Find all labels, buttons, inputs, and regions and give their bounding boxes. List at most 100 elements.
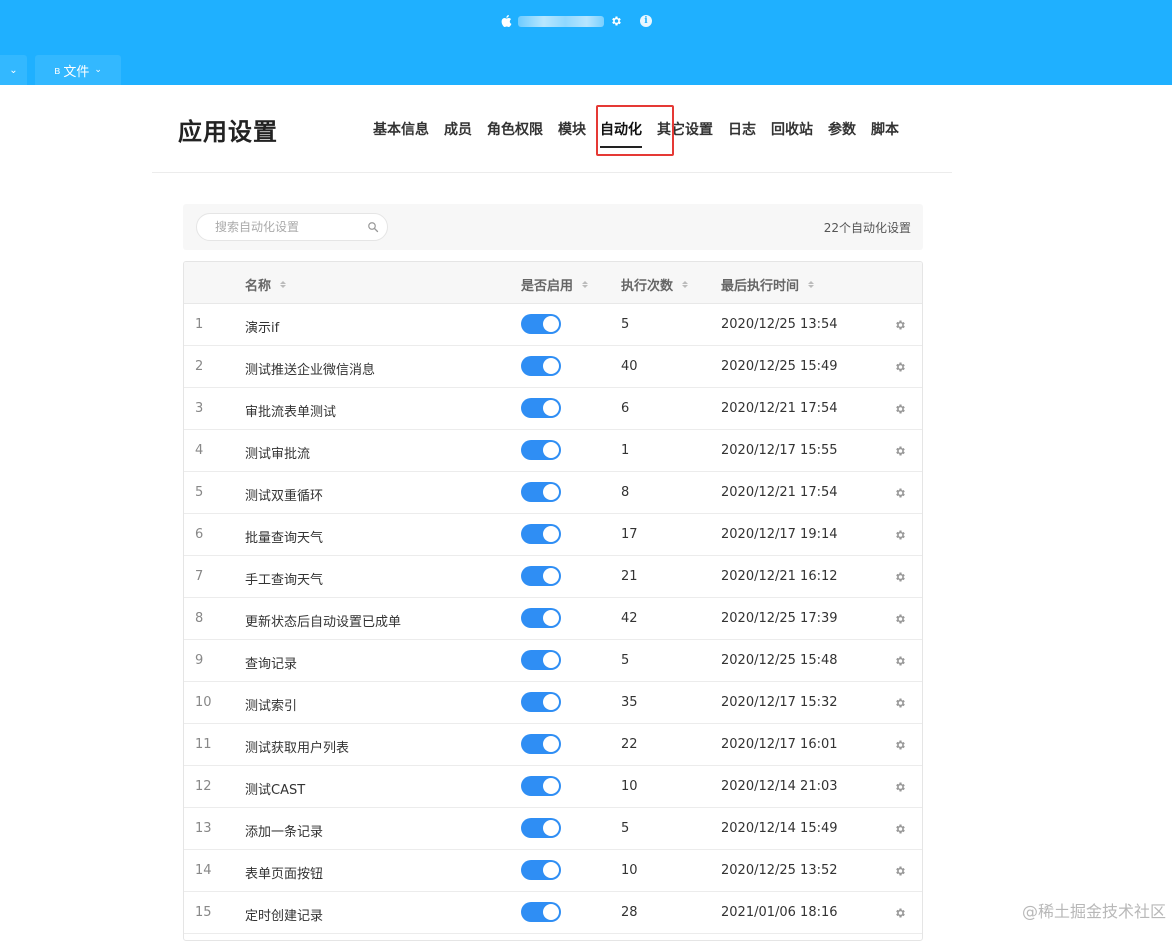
gear-icon[interactable] <box>894 697 906 709</box>
enabled-toggle[interactable] <box>521 608 561 628</box>
tab-modules[interactable]: 模块 <box>558 119 586 139</box>
row-name[interactable]: 手工查询天气 <box>245 569 323 588</box>
gear-icon[interactable] <box>894 781 906 793</box>
tab-automation[interactable]: 自动化 <box>600 119 642 148</box>
table-row[interactable]: 10 测试索引 35 2020/12/17 15:32 <box>184 682 922 724</box>
tab-basic-info[interactable]: 基本信息 <box>373 119 429 139</box>
tab-other-settings[interactable]: 其它设置 <box>657 119 713 139</box>
row-name[interactable]: 批量查询天气 <box>245 527 323 546</box>
search-input[interactable] <box>213 219 367 235</box>
enabled-toggle[interactable] <box>521 356 561 376</box>
row-settings-button[interactable] <box>894 697 906 709</box>
table-row[interactable]: 13 添加一条记录 5 2020/12/14 15:49 <box>184 808 922 850</box>
header-exec-count[interactable]: 执行次数 <box>621 275 689 294</box>
enabled-toggle[interactable] <box>521 860 561 880</box>
row-name[interactable]: 审批流表单测试 <box>245 401 336 420</box>
table-row[interactable]: 15 定时创建记录 28 2021/01/06 18:16 <box>184 892 922 934</box>
gear-icon[interactable] <box>610 15 622 27</box>
sort-icon[interactable] <box>808 281 815 288</box>
gear-icon[interactable] <box>894 571 906 583</box>
row-name[interactable]: 演示if <box>245 317 279 336</box>
row-settings-button[interactable] <box>894 739 906 751</box>
row-settings-button[interactable] <box>894 781 906 793</box>
row-settings-button[interactable] <box>894 655 906 667</box>
enabled-toggle[interactable] <box>521 650 561 670</box>
row-settings-button[interactable] <box>894 865 906 877</box>
tab-logs[interactable]: 日志 <box>728 119 756 139</box>
enabled-toggle[interactable] <box>521 566 561 586</box>
table-row[interactable]: 1 演示if 5 2020/12/25 13:54 <box>184 304 922 346</box>
enabled-toggle[interactable] <box>521 440 561 460</box>
table-row[interactable]: 7 手工查询天气 21 2020/12/21 16:12 <box>184 556 922 598</box>
table-row[interactable]: 14 表单页面按钮 10 2020/12/25 13:52 <box>184 850 922 892</box>
table-row[interactable]: 6 批量查询天气 17 2020/12/17 19:14 <box>184 514 922 556</box>
tab-file[interactable]: ʙ 文件 ⌄ <box>35 55 121 85</box>
enabled-toggle[interactable] <box>521 692 561 712</box>
row-name[interactable]: 测试获取用户列表 <box>245 737 349 756</box>
row-name[interactable]: 测试审批流 <box>245 443 310 462</box>
row-name[interactable]: 定时创建记录 <box>245 905 323 924</box>
enabled-toggle[interactable] <box>521 902 561 922</box>
row-settings-button[interactable] <box>894 613 906 625</box>
header-enabled[interactable]: 是否启用 <box>521 275 589 294</box>
tab-dropdown-left[interactable]: ⌄ <box>0 55 27 85</box>
table-row[interactable]: 8 更新状态后自动设置已成单 42 2020/12/25 17:39 <box>184 598 922 640</box>
enabled-toggle[interactable] <box>521 314 561 334</box>
row-settings-button[interactable] <box>894 823 906 835</box>
gear-icon[interactable] <box>894 445 906 457</box>
table-row[interactable]: 12 测试CAST 10 2020/12/14 21:03 <box>184 766 922 808</box>
row-settings-button[interactable] <box>894 529 906 541</box>
table-row[interactable]: 4 测试审批流 1 2020/12/17 15:55 <box>184 430 922 472</box>
tab-scripts[interactable]: 脚本 <box>871 119 899 139</box>
sort-icon[interactable] <box>280 281 287 288</box>
table-row[interactable]: 2 测试推送企业微信消息 40 2020/12/25 15:49 <box>184 346 922 388</box>
tab-role-permissions[interactable]: 角色权限 <box>487 119 543 139</box>
gear-icon[interactable] <box>894 529 906 541</box>
gear-icon[interactable] <box>894 655 906 667</box>
gear-icon[interactable] <box>894 487 906 499</box>
gear-icon[interactable] <box>894 865 906 877</box>
gear-icon[interactable] <box>894 823 906 835</box>
row-settings-button[interactable] <box>894 571 906 583</box>
table-row[interactable]: 3 审批流表单测试 6 2020/12/21 17:54 <box>184 388 922 430</box>
enabled-toggle[interactable] <box>521 482 561 502</box>
row-name[interactable]: 测试CAST <box>245 779 305 798</box>
gear-icon[interactable] <box>894 739 906 751</box>
row-name[interactable]: 表单页面按钮 <box>245 863 323 882</box>
gear-icon[interactable] <box>894 319 906 331</box>
gear-icon[interactable] <box>894 361 906 373</box>
header-last-exec[interactable]: 最后执行时间 <box>721 275 815 294</box>
row-name[interactable]: 测试索引 <box>245 695 297 714</box>
enabled-toggle[interactable] <box>521 818 561 838</box>
tab-recycle-bin[interactable]: 回收站 <box>771 119 813 139</box>
info-icon[interactable]: i <box>640 15 652 27</box>
row-name[interactable]: 添加一条记录 <box>245 821 323 840</box>
row-settings-button[interactable] <box>894 487 906 499</box>
sort-icon[interactable] <box>582 281 589 288</box>
table-row[interactable]: 11 测试获取用户列表 22 2020/12/17 16:01 <box>184 724 922 766</box>
gear-icon[interactable] <box>894 907 906 919</box>
table-row[interactable]: 5 测试双重循环 8 2020/12/21 17:54 <box>184 472 922 514</box>
sort-icon[interactable] <box>682 281 689 288</box>
row-name[interactable]: 测试推送企业微信消息 <box>245 359 375 378</box>
header-name[interactable]: 名称 <box>245 275 287 294</box>
enabled-toggle[interactable] <box>521 398 561 418</box>
gear-icon[interactable] <box>894 613 906 625</box>
row-name[interactable]: 更新状态后自动设置已成单 <box>245 611 401 630</box>
table-row[interactable]: 9 查询记录 5 2020/12/25 15:48 <box>184 640 922 682</box>
row-name[interactable]: 测试双重循环 <box>245 485 323 504</box>
tab-parameters[interactable]: 参数 <box>828 119 856 139</box>
tab-members[interactable]: 成员 <box>444 119 472 139</box>
row-settings-button[interactable] <box>894 319 906 331</box>
enabled-toggle[interactable] <box>521 776 561 796</box>
enabled-toggle[interactable] <box>521 734 561 754</box>
row-name[interactable]: 查询记录 <box>245 653 297 672</box>
search-icon[interactable] <box>367 221 379 233</box>
row-settings-button[interactable] <box>894 907 906 919</box>
gear-icon[interactable] <box>894 403 906 415</box>
row-settings-button[interactable] <box>894 403 906 415</box>
search-box[interactable] <box>196 213 388 241</box>
enabled-toggle[interactable] <box>521 524 561 544</box>
row-settings-button[interactable] <box>894 361 906 373</box>
row-settings-button[interactable] <box>894 445 906 457</box>
